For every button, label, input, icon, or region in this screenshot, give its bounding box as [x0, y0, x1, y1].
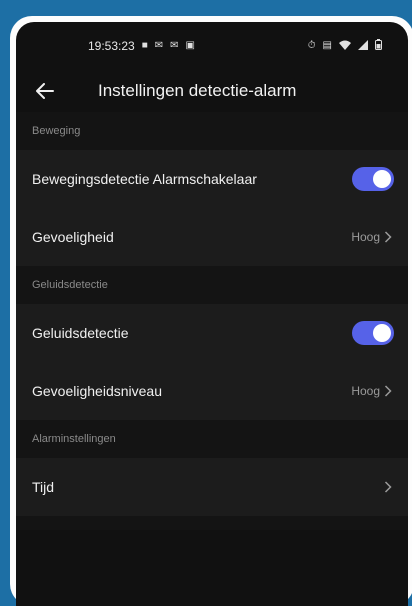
- setting-value-group: [384, 480, 394, 494]
- status-right: ⏱ ▤: [308, 39, 382, 53]
- section-header-geluidsdetectie: Geluidsdetectie: [16, 266, 408, 304]
- vibrate-icon: ▤: [322, 40, 332, 51]
- gallery-icon: ▣: [185, 40, 195, 51]
- setting-value: Hoog: [351, 230, 380, 244]
- section-header-alarminstellingen: Alarminstellingen: [16, 420, 408, 458]
- toggle-knob: [373, 170, 391, 188]
- page-title: Instellingen detectie-alarm: [98, 81, 297, 100]
- mail-icon: ✉: [154, 40, 164, 51]
- chevron-right-icon: [384, 230, 394, 244]
- setting-row-motion-alarm-switch[interactable]: Bewegingsdetectie Alarmschakelaar: [16, 150, 408, 208]
- setting-label: Gevoeligheidsniveau: [32, 383, 162, 399]
- phone-frame: 19:53:23 ■ ✉ ✉ ▣ ⏱ ▤ Instellingen detect…: [10, 16, 412, 606]
- settings-group-alarminstellingen: Tijd: [16, 458, 408, 516]
- toggle-knob: [373, 324, 391, 342]
- alarm-icon: ⏱: [307, 40, 316, 51]
- setting-value: Hoog: [351, 384, 380, 398]
- battery-icon: [375, 39, 382, 53]
- app-screen: 19:53:23 ■ ✉ ✉ ▣ ⏱ ▤ Instellingen detect…: [16, 22, 408, 606]
- setting-row-sensitivity-level[interactable]: Gevoeligheidsniveau Hoog: [16, 362, 408, 420]
- app-bar: Instellingen detectie-alarm: [16, 70, 408, 112]
- back-arrow-icon[interactable]: [34, 80, 56, 102]
- section-header-beweging: Beweging: [16, 112, 408, 150]
- wifi-icon: [339, 39, 351, 53]
- mail-icon: ✉: [170, 40, 179, 51]
- car-icon: ■: [141, 40, 148, 51]
- settings-group-beweging: Bewegingsdetectie Alarmschakelaar Gevoel…: [16, 150, 408, 266]
- setting-label: Bewegingsdetectie Alarmschakelaar: [32, 171, 257, 187]
- status-bar: 19:53:23 ■ ✉ ✉ ▣ ⏱ ▤: [16, 22, 408, 70]
- chevron-right-icon: [384, 480, 394, 494]
- setting-value-group: Hoog: [351, 384, 394, 398]
- status-left: 19:53:23 ■ ✉ ✉ ▣: [88, 39, 195, 53]
- motion-alarm-toggle[interactable]: [352, 167, 394, 191]
- settings-group-geluidsdetectie: Geluidsdetectie Gevoeligheidsniveau Hoog: [16, 304, 408, 420]
- setting-label: Tijd: [32, 479, 55, 495]
- status-time: 19:53:23: [88, 39, 135, 53]
- setting-row-sensitivity[interactable]: Gevoeligheid Hoog: [16, 208, 408, 266]
- bottom-spacer: [16, 516, 408, 530]
- chevron-right-icon: [384, 384, 394, 398]
- setting-label: Gevoeligheid: [32, 229, 114, 245]
- setting-row-time[interactable]: Tijd: [16, 458, 408, 516]
- signal-icon: [358, 39, 368, 53]
- setting-label: Geluidsdetectie: [32, 325, 129, 341]
- sound-detection-toggle[interactable]: [352, 321, 394, 345]
- setting-value-group: Hoog: [351, 230, 394, 244]
- setting-row-sound-detection[interactable]: Geluidsdetectie: [16, 304, 408, 362]
